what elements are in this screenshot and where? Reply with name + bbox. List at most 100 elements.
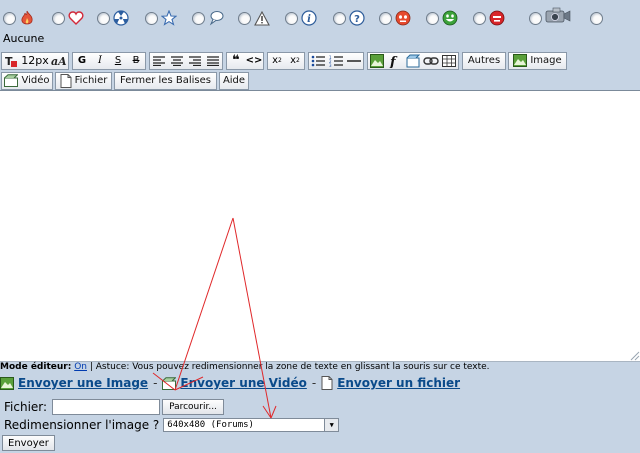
grin-face-icon	[441, 9, 459, 27]
angry-face-icon	[394, 9, 412, 27]
resize-select[interactable]: 640x480 (Forums) ▼	[163, 418, 340, 432]
smiley-option-extra[interactable]	[590, 6, 603, 30]
video-upload-icon	[162, 376, 177, 390]
editor-mode-line: Mode éditeur: On | Astuce: Vous pouvez r…	[0, 362, 490, 372]
radio-button[interactable]	[97, 11, 110, 25]
code-button[interactable]: <>	[245, 53, 263, 69]
radio-button[interactable]	[238, 11, 251, 25]
link-icon[interactable]	[422, 53, 440, 69]
more-button[interactable]: Autres	[462, 51, 506, 70]
align-center-icon[interactable]	[168, 53, 186, 69]
resize-row: Redimensionner l'image ? 640x480 (Forums…	[4, 418, 340, 432]
media-icon[interactable]	[404, 53, 422, 69]
browse-button[interactable]: Parcourir...	[162, 399, 224, 415]
fire-icon	[18, 9, 36, 27]
svg-text:3: 3	[329, 63, 332, 67]
file-button[interactable]: Fichier	[55, 71, 112, 90]
flash-icon[interactable]: f	[386, 53, 404, 69]
radio-button[interactable]	[145, 11, 158, 25]
editor-toolbar: T 12px aA G I S B ❝ <> x2 x2 123 f Autre…	[1, 51, 569, 70]
radio-button[interactable]	[529, 11, 542, 25]
send-image-link[interactable]: Envoyer une Image	[18, 376, 148, 390]
help-button[interactable]: Aide	[219, 71, 249, 90]
numbered-list-icon[interactable]: 123	[327, 53, 345, 69]
send-video-link[interactable]: Envoyer une Vidéo	[180, 376, 306, 390]
table-icon[interactable]	[440, 53, 458, 69]
file-path-input[interactable]	[52, 399, 161, 415]
strike-button[interactable]: B	[127, 53, 145, 69]
mode-label: Mode éditeur:	[0, 362, 72, 372]
bullet-list-icon[interactable]	[309, 53, 327, 69]
superscript-mark: 2	[296, 57, 300, 64]
svg-text:aA: aA	[51, 55, 67, 67]
subscript-button[interactable]: x2	[268, 53, 286, 69]
font-face-icon[interactable]: aA	[50, 53, 68, 69]
video-button-label: Vidéo	[21, 75, 50, 86]
font-color-icon[interactable]: T	[2, 53, 20, 69]
list-group: 123	[308, 51, 364, 70]
insert-image-icon[interactable]	[368, 53, 386, 69]
mode-toggle-link[interactable]: On	[74, 362, 87, 372]
radio-button[interactable]	[285, 11, 298, 25]
smiley-option-question[interactable]: ?	[333, 6, 366, 30]
editor-toolbar-secondary: Vidéo Fichier Fermer les Balises Aide	[1, 71, 251, 90]
svg-text:f: f	[389, 55, 398, 68]
video-button[interactable]: Vidéo	[1, 71, 53, 90]
smiley-option-angry[interactable]	[379, 6, 412, 30]
smiley-option-warning[interactable]	[238, 6, 271, 30]
speech-bubble-icon	[207, 9, 225, 27]
horizontal-rule-icon[interactable]	[345, 53, 363, 69]
align-left-icon[interactable]	[150, 53, 168, 69]
resize-grip-icon[interactable]	[628, 349, 640, 361]
smiley-option-heart[interactable]	[52, 6, 85, 30]
file-icon	[60, 73, 72, 88]
radio-button[interactable]	[3, 11, 16, 25]
radio-button[interactable]	[192, 11, 205, 25]
separator: -	[153, 376, 158, 390]
video-icon	[4, 74, 19, 87]
svg-text:?: ?	[354, 14, 360, 25]
align-justify-icon[interactable]	[204, 53, 222, 69]
close-tags-button[interactable]: Fermer les Balises	[114, 71, 217, 90]
smiley-option-devil[interactable]	[473, 6, 506, 30]
superscript-button[interactable]: x2	[286, 53, 304, 69]
radio-button[interactable]	[590, 11, 603, 25]
svg-text:i: i	[307, 14, 311, 25]
send-file-link[interactable]: Envoyer un fichier	[337, 376, 460, 390]
font-group: T 12px aA	[1, 51, 69, 70]
radio-button[interactable]	[333, 11, 346, 25]
image-upload-icon	[0, 376, 14, 390]
bold-button[interactable]: G	[73, 53, 91, 69]
italic-button[interactable]: I	[91, 53, 109, 69]
chevron-down-icon[interactable]: ▼	[324, 419, 339, 431]
underline-button[interactable]: S	[109, 53, 127, 69]
no-smiley-label: Aucune	[3, 32, 45, 45]
file-button-label: Fichier	[74, 75, 108, 86]
format-group: G I S B	[72, 51, 146, 70]
radio-button[interactable]	[473, 11, 486, 25]
align-group	[149, 51, 223, 70]
upload-links: Envoyer une Image - Envoyer une Vidéo - …	[0, 376, 460, 390]
script-group: x2 x2	[267, 51, 305, 70]
subscript-mark: 2	[278, 57, 282, 64]
message-textarea[interactable]	[0, 90, 640, 362]
smiley-option-star[interactable]	[145, 6, 178, 30]
align-right-icon[interactable]	[186, 53, 204, 69]
submit-button[interactable]: Envoyer	[2, 435, 55, 451]
smiley-option-radiation[interactable]	[97, 6, 130, 30]
file-label: Fichier:	[4, 400, 48, 414]
radio-button[interactable]	[379, 11, 392, 25]
quote-code-group: ❝ <>	[226, 51, 264, 70]
radio-button[interactable]	[52, 11, 65, 25]
smiley-option-speech[interactable]	[192, 6, 225, 30]
smiley-option-camera[interactable]	[529, 3, 572, 27]
quote-button[interactable]: ❝	[227, 53, 245, 69]
smiley-option-info[interactable]: i	[285, 6, 318, 30]
file-row: Fichier: Parcourir...	[4, 399, 224, 415]
font-size-selector[interactable]: 12px	[20, 53, 50, 69]
camera-icon	[544, 5, 572, 25]
smiley-option-grin[interactable]	[426, 6, 459, 30]
image-button[interactable]: Image	[508, 51, 567, 70]
radio-button[interactable]	[426, 11, 439, 25]
smiley-option-fire[interactable]	[3, 6, 36, 30]
